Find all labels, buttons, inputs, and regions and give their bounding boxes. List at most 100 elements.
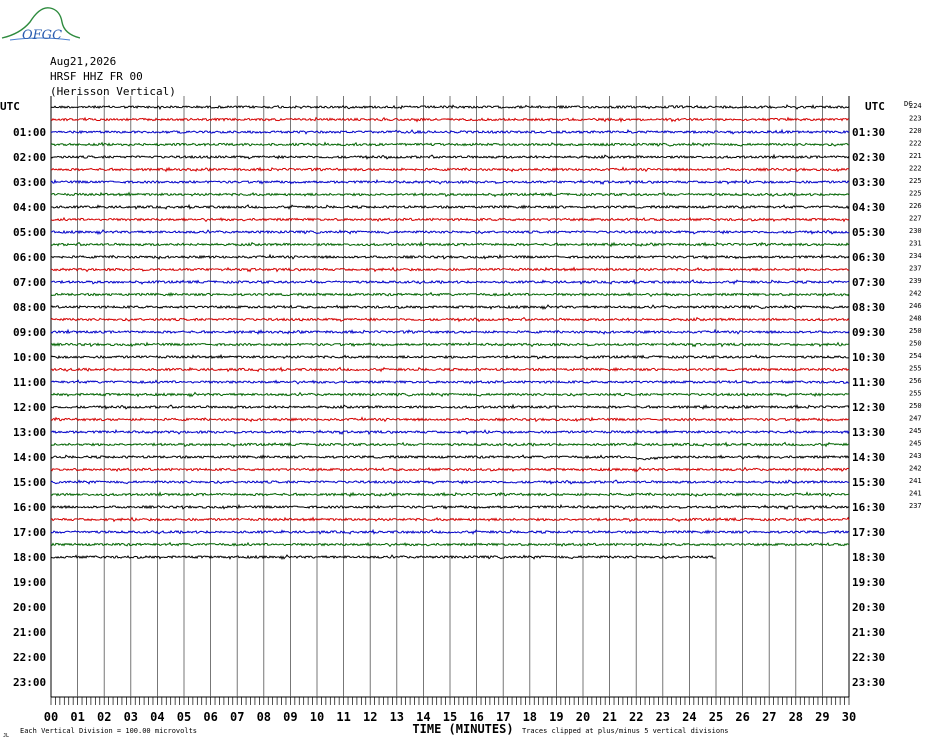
dc-offset-label: 242 — [909, 465, 922, 473]
x-tick-label: 10 — [310, 710, 324, 724]
x-tick-label: 20 — [576, 710, 590, 724]
x-tick-label: 29 — [815, 710, 829, 724]
x-tick-label: 23 — [656, 710, 670, 724]
right-hour-label: 16:30 — [852, 501, 885, 514]
dc-offset-label: 230 — [909, 227, 922, 235]
left-hour-label: 13:00 — [13, 426, 46, 439]
right-hour-label: 01:30 — [852, 126, 885, 139]
right-hour-label: 18:30 — [852, 551, 885, 564]
right-hour-label: 20:30 — [852, 601, 885, 614]
right-hour-label: 23:30 — [852, 676, 885, 689]
dc-offset-label: 245 — [909, 427, 922, 435]
x-tick-label: 18 — [523, 710, 537, 724]
dc-offset-label: 231 — [909, 240, 922, 248]
dc-offset-label: 225 — [909, 177, 922, 185]
right-hour-label: 22:30 — [852, 651, 885, 664]
right-hour-label: 11:30 — [852, 376, 885, 389]
right-hour-label: 06:30 — [852, 251, 885, 264]
x-tick-label: 03 — [124, 710, 138, 724]
right-hour-label: 13:30 — [852, 426, 885, 439]
left-hour-label: 06:00 — [13, 251, 46, 264]
x-tick-label: 22 — [629, 710, 643, 724]
dc-offset-label: 245 — [909, 440, 922, 448]
left-hour-label: 04:00 — [13, 201, 46, 214]
x-tick-label: 12 — [363, 710, 377, 724]
dc-offset-label: 241 — [909, 490, 922, 498]
x-tick-label: 07 — [230, 710, 244, 724]
left-hour-label: 22:00 — [13, 651, 46, 664]
left-hour-label: 23:00 — [13, 676, 46, 689]
x-tick-label: 19 — [549, 710, 563, 724]
dc-offset-label: 227 — [909, 215, 922, 223]
dc-offset-label: 250 — [909, 327, 922, 335]
dc-offset-label: 255 — [909, 390, 922, 398]
left-hour-label: 15:00 — [13, 476, 46, 489]
footer-mark: JL — [3, 733, 9, 739]
right-hour-label: 04:30 — [852, 201, 885, 214]
dc-offset-label: 222 — [909, 140, 922, 148]
x-tick-label: 00 — [44, 710, 58, 724]
left-hour-label: 01:00 — [13, 126, 46, 139]
right-hour-label: 19:30 — [852, 576, 885, 589]
x-axis-title: TIME (MINUTES) — [412, 722, 513, 736]
dc-offset-label: 224 — [909, 102, 922, 110]
right-hour-label: 12:30 — [852, 401, 885, 414]
left-hour-label: 17:00 — [13, 526, 46, 539]
dc-offset-label: 237 — [909, 502, 922, 510]
x-tick-label: 02 — [97, 710, 111, 724]
dc-offset-label: 239 — [909, 277, 922, 285]
dc-offset-label: 247 — [909, 415, 922, 423]
left-hour-label: 14:00 — [13, 451, 46, 464]
left-hour-label: 03:00 — [13, 176, 46, 189]
left-hour-label: 10:00 — [13, 351, 46, 364]
footer-scale-note: Each Vertical Division = 100.00 microvol… — [20, 727, 197, 735]
right-axis-title: UTC — [865, 100, 885, 113]
dc-offset-label: 250 — [909, 402, 922, 410]
dc-offset-label: 255 — [909, 365, 922, 373]
x-tick-label: 30 — [842, 710, 856, 724]
x-tick-label: 04 — [150, 710, 164, 724]
dc-offset-label: 223 — [909, 115, 922, 123]
dc-offset-label: 237 — [909, 265, 922, 273]
x-tick-label: 05 — [177, 710, 191, 724]
x-tick-label: 21 — [602, 710, 616, 724]
x-tick-label: 26 — [735, 710, 749, 724]
x-tick-label: 09 — [283, 710, 297, 724]
left-hour-label: 08:00 — [13, 301, 46, 314]
dc-offset-label: 242 — [909, 290, 922, 298]
right-hour-label: 05:30 — [852, 226, 885, 239]
left-hour-label: 12:00 — [13, 401, 46, 414]
footer-clip-note: Traces clipped at plus/minus 5 vertical … — [522, 727, 729, 735]
dc-offset-label: 243 — [909, 452, 922, 460]
x-tick-label: 24 — [682, 710, 696, 724]
dc-offset-label: 241 — [909, 477, 922, 485]
left-hour-label: 16:00 — [13, 501, 46, 514]
dc-offset-label: 226 — [909, 202, 922, 210]
x-tick-label: 08 — [257, 710, 271, 724]
x-tick-label: 25 — [709, 710, 723, 724]
left-hour-label: 09:00 — [13, 326, 46, 339]
right-hour-label: 09:30 — [852, 326, 885, 339]
right-hour-label: 02:30 — [852, 151, 885, 164]
right-hour-label: 07:30 — [852, 276, 885, 289]
dc-offset-label: 248 — [909, 315, 922, 323]
left-hour-label: 11:00 — [13, 376, 46, 389]
x-tick-label: 13 — [390, 710, 404, 724]
seismic-trace — [50, 554, 717, 561]
x-tick-label: 28 — [789, 710, 803, 724]
right-hour-label: 17:30 — [852, 526, 885, 539]
right-hour-label: 03:30 — [852, 176, 885, 189]
left-hour-label: 18:00 — [13, 551, 46, 564]
right-hour-label: 08:30 — [852, 301, 885, 314]
right-hour-label: 14:30 — [852, 451, 885, 464]
dc-offset-label: 254 — [909, 352, 922, 360]
left-hour-label: 05:00 — [13, 226, 46, 239]
right-hour-label: 10:30 — [852, 351, 885, 364]
dc-offset-label: 221 — [909, 152, 922, 160]
right-hour-label: 15:30 — [852, 476, 885, 489]
left-hour-label: 19:00 — [13, 576, 46, 589]
left-hour-label: 07:00 — [13, 276, 46, 289]
dc-offset-label: 222 — [909, 165, 922, 173]
left-hour-label: 02:00 — [13, 151, 46, 164]
helicorder-plot: UTC UTC DC01:0002:0003:0004:0005:0006:0007… — [0, 96, 922, 739]
